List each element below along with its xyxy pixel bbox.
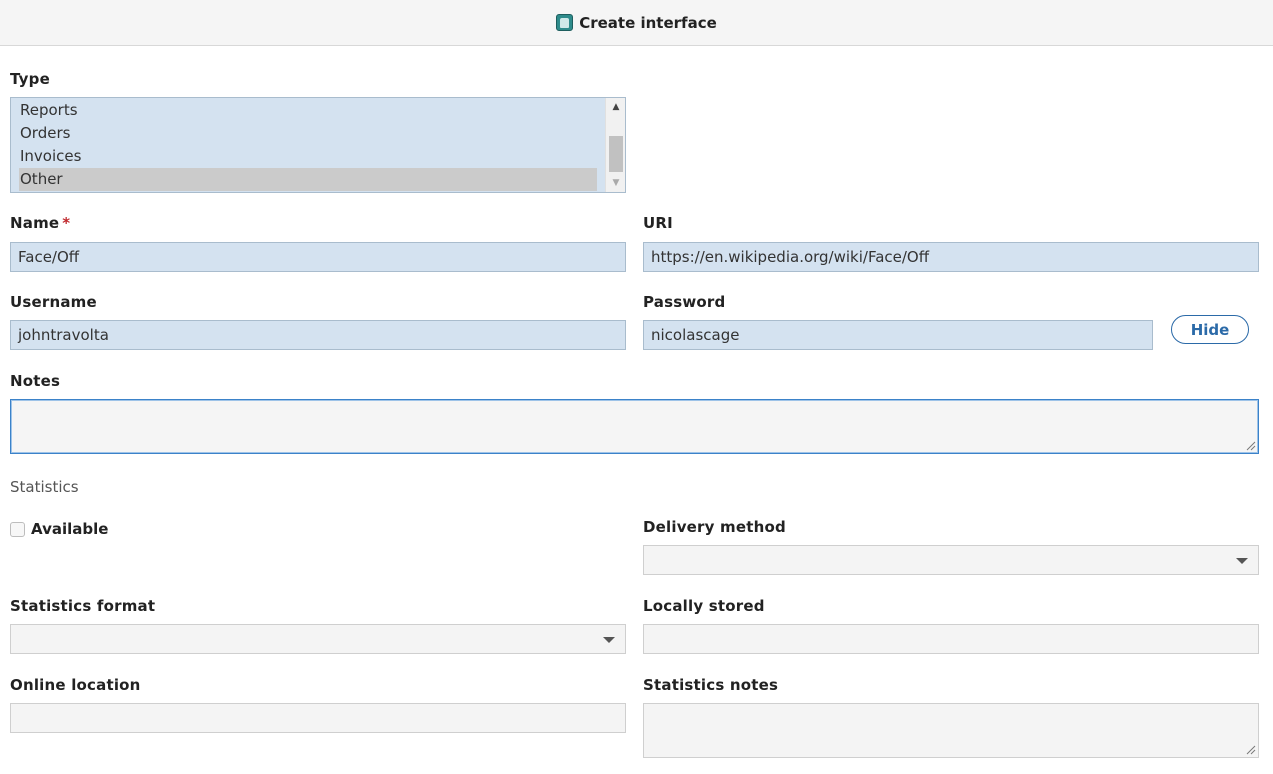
hide-password-button[interactable]: Hide	[1171, 315, 1249, 344]
uri-input[interactable]: https://en.wikipedia.org/wiki/Face/Off	[643, 242, 1259, 272]
scroll-down-arrow-icon[interactable]: ▼	[606, 174, 625, 192]
type-option-other[interactable]: Other	[19, 168, 597, 191]
scroll-up-arrow-icon[interactable]: ▲	[606, 98, 625, 116]
type-option-orders[interactable]: Orders	[19, 122, 597, 145]
statistics-notes-label: Statistics notes	[643, 676, 779, 694]
username-label: Username	[10, 293, 97, 311]
password-label: Password	[643, 293, 726, 311]
resize-handle-icon[interactable]	[1246, 441, 1256, 451]
chevron-down-icon	[1236, 558, 1248, 564]
database-icon	[556, 14, 574, 31]
dialog-title-text: Create interface	[579, 13, 717, 32]
type-option-reports[interactable]: Reports	[19, 99, 597, 122]
locally-stored-label: Locally stored	[643, 597, 765, 615]
resize-handle-icon[interactable]	[1246, 745, 1256, 755]
statistics-format-select[interactable]	[10, 624, 626, 654]
delivery-method-label: Delivery method	[643, 518, 786, 536]
statistics-section-label: Statistics	[10, 478, 79, 496]
type-listbox[interactable]: Reports Orders Invoices Other ▲ ▼	[10, 97, 626, 193]
notes-textarea[interactable]	[10, 399, 1259, 454]
available-checkbox[interactable]	[10, 521, 25, 537]
type-option-invoices[interactable]: Invoices	[19, 145, 597, 168]
name-input[interactable]: Face/Off	[10, 242, 626, 272]
dialog-title: Create interface	[556, 14, 717, 32]
uri-label: URI	[643, 214, 673, 232]
available-label: Available	[31, 520, 109, 538]
delivery-method-select[interactable]	[643, 545, 1259, 575]
type-label: Type	[10, 70, 50, 88]
password-input[interactable]: nicolascage	[643, 320, 1153, 350]
locally-stored-input[interactable]	[643, 624, 1259, 654]
statistics-notes-textarea[interactable]	[643, 703, 1259, 758]
name-label: Name *	[10, 214, 70, 232]
type-scrollbar[interactable]: ▲ ▼	[605, 98, 625, 192]
username-input[interactable]: johntravolta	[10, 320, 626, 350]
scrollbar-thumb[interactable]	[609, 136, 623, 172]
dialog-header: Create interface	[0, 0, 1273, 46]
available-checkbox-row[interactable]: Available	[10, 520, 108, 538]
name-label-text: Name	[10, 214, 60, 232]
required-marker: *	[62, 214, 71, 232]
online-location-input[interactable]	[10, 703, 626, 733]
statistics-format-label: Statistics format	[10, 597, 156, 615]
notes-label: Notes	[10, 372, 61, 390]
online-location-label: Online location	[10, 676, 141, 694]
chevron-down-icon	[603, 637, 615, 643]
